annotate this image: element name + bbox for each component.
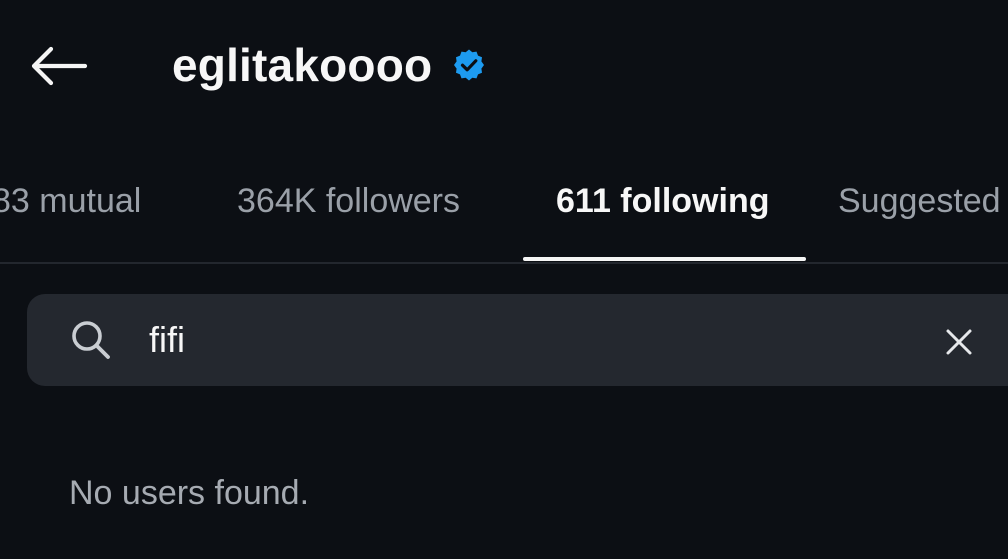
- tab-followers[interactable]: 364K followers: [237, 178, 460, 224]
- search-icon: [72, 321, 110, 359]
- arrow-left-icon: [31, 46, 88, 86]
- tabs-divider: [0, 262, 1008, 264]
- clear-search-button[interactable]: [937, 320, 981, 364]
- username: eglitakoooo: [172, 39, 433, 91]
- tab-suggested[interactable]: Suggested: [838, 178, 1001, 224]
- active-tab-indicator: [523, 257, 806, 261]
- tab-mutual[interactable]: 83 mutual: [0, 178, 141, 224]
- following-screen: eglitakoooo 83 mutual 364K followers 611…: [0, 0, 1008, 559]
- back-button[interactable]: [22, 38, 94, 94]
- close-icon: [946, 329, 972, 355]
- tab-following[interactable]: 611 following: [556, 178, 769, 224]
- verified-badge-icon: [452, 48, 486, 82]
- no-results-message: No users found.: [69, 474, 310, 512]
- search-input[interactable]: [149, 314, 909, 366]
- search-bar[interactable]: [27, 294, 1008, 386]
- connection-tabs: 83 mutual 364K followers 611 following S…: [0, 160, 1008, 264]
- profile-header: eglitakoooo: [0, 0, 1008, 130]
- profile-title: eglitakoooo: [172, 30, 486, 100]
